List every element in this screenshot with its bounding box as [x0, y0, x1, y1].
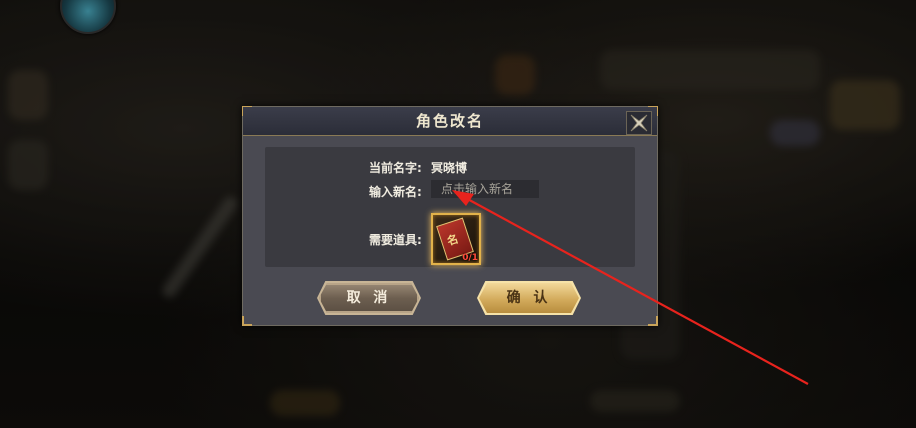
close-button[interactable]	[626, 111, 652, 135]
current-name-value: 冥晓博	[431, 161, 468, 175]
required-item-slot[interactable]: 名 0/1	[431, 213, 481, 265]
rename-dialog: 角色改名 当前名字: 冥晓博 输入新名: 需要道具: 名 0/1 取 消 确 认	[242, 106, 658, 326]
close-icon	[630, 114, 648, 132]
confirm-button[interactable]: 确 认	[479, 283, 579, 313]
required-item-label: 需要道具:	[369, 233, 422, 247]
new-name-label: 输入新名:	[369, 185, 422, 199]
dialog-corner-ornament	[648, 316, 658, 326]
game-screen: 角色改名 当前名字: 冥晓博 输入新名: 需要道具: 名 0/1 取 消 确 认	[0, 0, 916, 428]
item-count: 0/1	[462, 253, 478, 263]
rename-card-glyph: 名	[445, 232, 461, 249]
cancel-button[interactable]: 取 消	[319, 283, 419, 313]
current-name-label: 当前名字:	[369, 161, 422, 175]
new-name-input[interactable]	[431, 180, 539, 198]
dialog-corner-ornament	[242, 316, 252, 326]
dialog-title: 角色改名	[415, 112, 484, 130]
